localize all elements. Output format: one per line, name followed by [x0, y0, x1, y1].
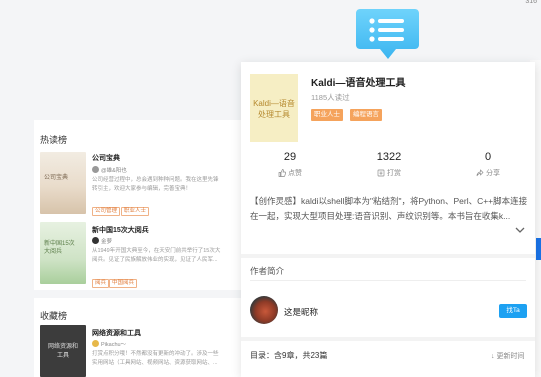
book-tag: 职业人士	[121, 207, 150, 216]
reward-stat[interactable]: 1322 打赏	[359, 151, 419, 178]
sort-by-update-toggle[interactable]: ↓ 更新时间	[491, 351, 524, 361]
thumbs-up-icon	[278, 169, 286, 177]
side-accent-bar	[536, 238, 541, 260]
reward-icon	[377, 169, 385, 177]
like-stat[interactable]: 29 点赞	[260, 151, 320, 178]
book-cover-3[interactable]: 网络资源和 工具	[40, 325, 86, 377]
author-section-title: 作者简介	[250, 266, 285, 276]
share-stat[interactable]: 0 分享	[458, 151, 518, 178]
book-description: 【创作灵感】kaldi以shell脚本为"粘结剂"，将Python、Perl、C…	[250, 196, 528, 221]
book-desc-1: 公司经营过程中，总会遇到种种问题。我在这里先锋 转引主，欢迎大家参与编辑，完善宝典…	[92, 177, 219, 192]
book-cover-1-text: 公司宝典	[44, 175, 69, 181]
tag-professional[interactable]: 职业人士	[311, 109, 343, 121]
share-label: 分享	[486, 170, 500, 177]
chat-bubble-icon[interactable]	[356, 9, 419, 61]
book-desc-3: 打赏点积分哦！不然都没有更新的冲动了。涉及一些 实用网站（工具网站、视频网站、资源…	[92, 351, 219, 366]
share-icon	[476, 169, 484, 177]
book-author-3: Pikachu～	[92, 340, 126, 348]
reader-count: 1185人读过	[311, 93, 350, 102]
ask-author-button[interactable]: 找Ta	[499, 304, 527, 318]
book-desc-2: 从1949年开国大典至今，在天安门前共举行了15次大 阅兵。见证了民族解放伟业的实…	[92, 248, 221, 263]
book-author-2: 金萝	[92, 237, 112, 245]
favorites-title: 收藏榜	[40, 311, 68, 321]
share-count: 0	[484, 151, 492, 163]
section-divider	[241, 337, 535, 341]
book-cover-2[interactable]: 新中国15次 大阅兵	[40, 222, 86, 284]
like-count: 29	[283, 151, 297, 163]
book-cover[interactable]: Kaldi—语音 处理工具	[250, 74, 298, 142]
book-title[interactable]: Kaldi—语音处理工具	[311, 74, 405, 89]
book-author-1: @雄&阳也	[92, 166, 127, 174]
book-cover-3-text: 网络资源和 工具	[47, 344, 78, 359]
book-title-2[interactable]: 新中国15次大阅兵	[92, 225, 149, 235]
book-cover-text: Kaldi—语音 处理工具	[253, 99, 295, 119]
avatar	[92, 237, 99, 244]
book-tag: 公司管理	[92, 207, 121, 216]
book-title-1[interactable]: 公司宝典	[92, 153, 120, 163]
hot-list-title: 热读榜	[40, 135, 68, 145]
book-tag: 阅兵	[92, 279, 110, 288]
book-detail-popup: Kaldi—语音 处理工具 Kaldi—语音处理工具 1185人读过 职业人士 编…	[241, 62, 535, 377]
book-cover-2-text: 新中国15次 大阅兵	[44, 241, 75, 255]
book-cover-1[interactable]: 公司宝典	[40, 152, 86, 214]
tag-programming[interactable]: 编程语言	[350, 109, 382, 121]
divider	[250, 280, 526, 281]
book-tag: 中国阅兵	[109, 279, 138, 288]
book-title-3[interactable]: 网络资源和工具	[92, 328, 141, 338]
top-right-fragment: 316	[525, 0, 537, 5]
reward-label: 打赏	[387, 170, 401, 177]
author-avatar[interactable]	[250, 296, 278, 324]
reward-count: 1322	[376, 151, 402, 163]
avatar	[92, 166, 99, 173]
like-label: 点赞	[288, 170, 302, 177]
avatar	[92, 340, 99, 347]
author-name[interactable]: 这是昵称	[284, 306, 318, 318]
chevron-down-icon[interactable]	[515, 226, 525, 234]
table-of-contents-summary: 目录：含9章，共23篇	[250, 351, 328, 360]
section-divider	[241, 254, 535, 258]
